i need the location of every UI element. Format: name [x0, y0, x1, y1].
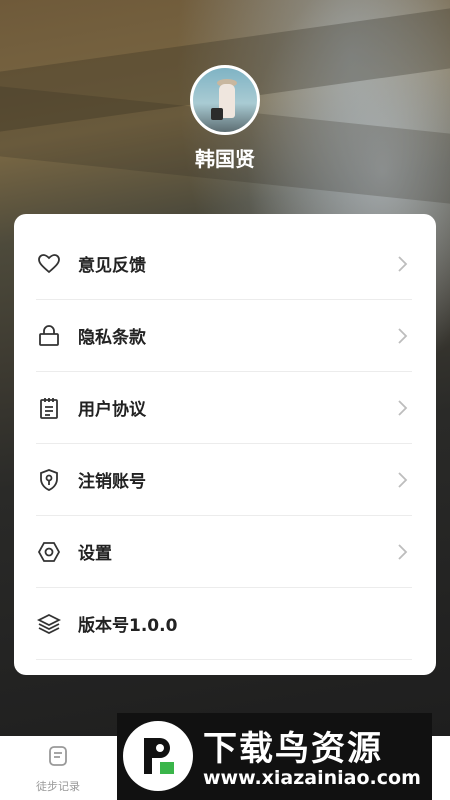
menu-item-settings[interactable]: 设置 — [36, 516, 412, 588]
watermark-title: 下载鸟资源 — [203, 729, 383, 769]
menu-label: 用户协议 — [78, 400, 146, 420]
menu-item-feedback[interactable]: 意见反馈 — [36, 228, 412, 300]
username: 韩国贤 — [195, 147, 255, 171]
tab-label: 徒步记录 — [36, 780, 80, 793]
watermark: 下载鸟资源 www.xiazainiao.com — [117, 713, 432, 800]
tab-hiking-record[interactable]: 徒步记录 — [18, 744, 98, 796]
menu-item-privacy[interactable]: 隐私条款 — [36, 300, 412, 372]
record-icon — [46, 744, 70, 772]
layers-icon — [36, 611, 62, 637]
version-label: 版本号1.0.0 — [78, 616, 178, 636]
heart-icon — [36, 251, 62, 277]
watermark-url: www.xiazainiao.com — [203, 767, 421, 789]
menu-card: 意见反馈 隐私条款 用户协议 注销账号 设置 版本号1.0.0 — [14, 214, 436, 675]
chevron-right-icon — [392, 254, 412, 274]
menu-item-delete-account[interactable]: 注销账号 — [36, 444, 412, 516]
menu-label: 意见反馈 — [78, 256, 146, 276]
shield-key-icon — [36, 467, 62, 493]
notepad-icon — [36, 395, 62, 421]
chevron-right-icon — [392, 326, 412, 346]
menu-item-version: 版本号1.0.0 — [36, 588, 412, 660]
menu-label: 隐私条款 — [78, 328, 146, 348]
chevron-right-icon — [392, 542, 412, 562]
menu-label: 设置 — [78, 544, 112, 564]
lock-icon — [36, 323, 62, 349]
chevron-right-icon — [392, 398, 412, 418]
hexagon-settings-icon — [36, 539, 62, 565]
avatar[interactable] — [190, 65, 260, 135]
watermark-logo — [123, 721, 193, 791]
chevron-right-icon — [392, 470, 412, 490]
menu-item-user-agreement[interactable]: 用户协议 — [36, 372, 412, 444]
menu-label: 注销账号 — [78, 472, 146, 492]
